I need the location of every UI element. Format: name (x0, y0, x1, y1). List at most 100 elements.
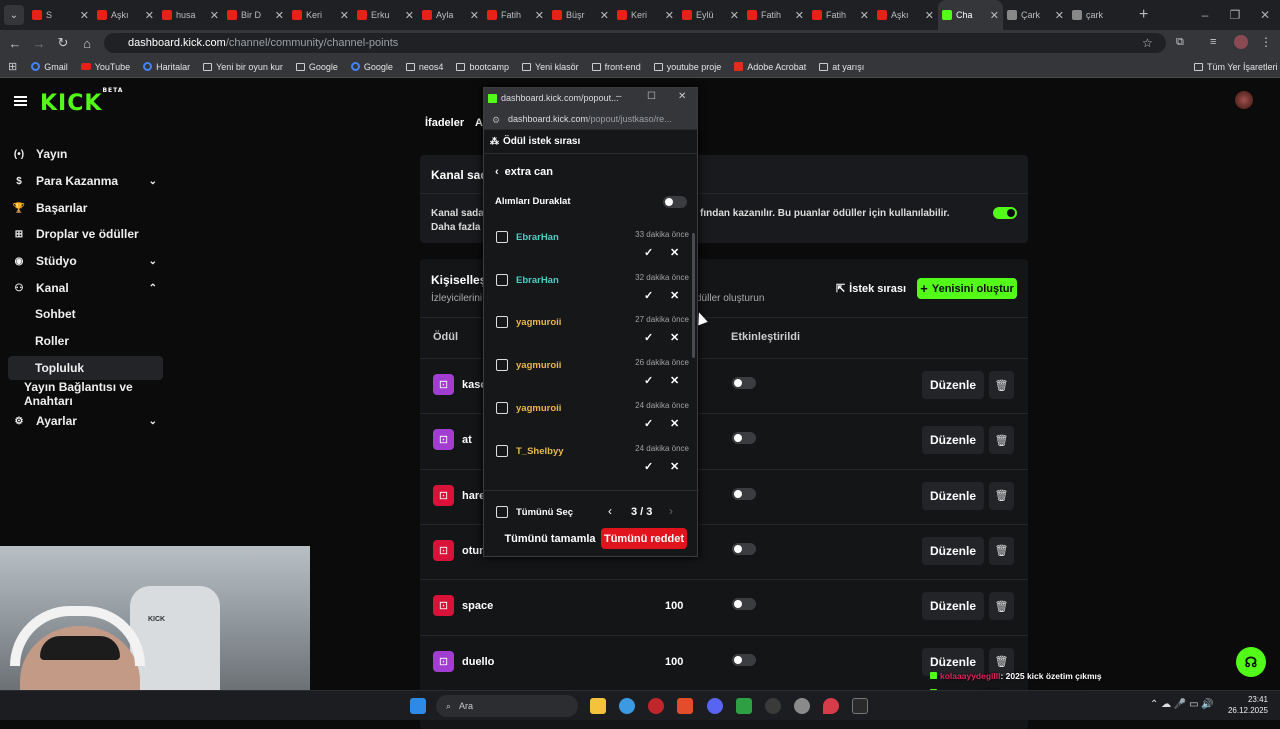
tab-close-icon[interactable]: ✕ (340, 9, 349, 22)
browser-tab[interactable]: Fatih ✕ (743, 0, 808, 30)
chevron-icon[interactable]: ⌄ (149, 416, 157, 427)
bookmark-item[interactable]: Google (350, 62, 393, 72)
tab-close-icon[interactable]: ✕ (990, 9, 999, 22)
browser-tab[interactable]: Fatih ✕ (808, 0, 873, 30)
tray-icons[interactable]: ⌃ ☁ 🎤 ▭ 🔊 (1150, 699, 1214, 710)
trash-icon[interactable]: 🗑 (989, 536, 1014, 565)
browser-tab[interactable]: Cha ✕ (938, 0, 1003, 30)
request-queue-button[interactable]: ⇱ İstek sırası (831, 278, 911, 299)
chrome-icon[interactable] (619, 698, 635, 714)
all-bookmarks[interactable]: Tüm Yer İşaretleri (1194, 62, 1278, 72)
bookmark-item[interactable]: neos4 (405, 62, 443, 72)
popup-maximize-icon[interactable]: ☐ (647, 91, 656, 102)
close-icon[interactable]: ✕ (670, 331, 679, 344)
tab-close-icon[interactable]: ✕ (665, 9, 674, 22)
bookmark-star-icon[interactable]: ☆ (1142, 36, 1153, 50)
request-checkbox[interactable] (496, 316, 508, 329)
tab-close-icon[interactable]: ✕ (795, 9, 804, 22)
sidebar-item-stream-key[interactable]: Yayın Bağlantısı ve Anahtarı (8, 380, 163, 408)
reward-enabled-toggle[interactable] (732, 598, 756, 611)
app-icon-orange[interactable] (677, 698, 693, 714)
profile-avatar[interactable] (1234, 35, 1248, 49)
popup-scrollbar[interactable] (692, 233, 695, 358)
check-icon[interactable]: ✓ (644, 417, 653, 430)
bookmark-item[interactable]: Gmail (31, 62, 68, 72)
browser-tab[interactable]: Büşr ✕ (548, 0, 613, 30)
popup-close-icon[interactable]: ✕ (678, 91, 686, 102)
sidebar-item-community[interactable]: Topluluk (8, 356, 163, 380)
tab-search-icon[interactable]: ⌄ (4, 5, 24, 25)
sidebar-item-roles[interactable]: Roller (8, 329, 163, 353)
new-tab-button[interactable]: + (1139, 6, 1148, 24)
forward-icon[interactable]: → (27, 36, 51, 51)
request-checkbox[interactable] (496, 359, 508, 372)
request-username[interactable]: yagmuroii (516, 403, 561, 414)
menu-icon[interactable]: ⋮ (1260, 35, 1272, 49)
popup-minimize-icon[interactable]: – (616, 91, 622, 102)
close-icon[interactable]: ✕ (670, 246, 679, 259)
trash-icon[interactable]: 🗑 (989, 592, 1014, 621)
browser-tab[interactable]: Keri ✕ (613, 0, 678, 30)
user-avatar[interactable] (1235, 91, 1253, 109)
browser-tab[interactable]: Aşkı ✕ (873, 0, 938, 30)
browser-tab[interactable]: Keri ✕ (288, 0, 353, 30)
sidebar-item-monetization[interactable]: $ Para Kazanma ⌄ (8, 169, 163, 193)
request-username[interactable]: T_Shelbyy (516, 446, 564, 457)
edit-button[interactable]: Düzenle (922, 592, 984, 621)
media-icon[interactable]: ≡ (1210, 36, 1216, 48)
site-info-icon[interactable]: ⚙ (492, 115, 500, 126)
bookmark-item[interactable]: Yeni bir oyun kur (203, 62, 283, 72)
tab-close-icon[interactable]: ✕ (80, 9, 89, 22)
kick-logo[interactable]: KICKBETA (40, 87, 123, 116)
bookmark-item[interactable]: Yeni klasör (521, 62, 579, 72)
browser-tab[interactable]: Eylü ✕ (678, 0, 743, 30)
close-window-icon[interactable]: ✕ (1250, 0, 1280, 30)
request-username[interactable]: yagmuroii (516, 317, 561, 328)
browser-tab[interactable]: husa ✕ (158, 0, 223, 30)
tab-close-icon[interactable]: ✕ (535, 9, 544, 22)
edit-button[interactable]: Düzenle (922, 426, 984, 455)
reward-enabled-toggle[interactable] (732, 487, 756, 500)
create-new-button[interactable]: + Yenisini oluştur (917, 278, 1017, 299)
bookmark-item[interactable]: Google (295, 62, 338, 72)
close-icon[interactable]: ✕ (670, 289, 679, 302)
check-icon[interactable]: ✓ (644, 246, 653, 259)
tab-partial[interactable]: A (475, 117, 483, 129)
browser-tab[interactable]: çark (1068, 0, 1133, 30)
settings-icon[interactable] (794, 698, 810, 714)
edit-button[interactable]: Düzenle (922, 481, 984, 510)
prev-page-icon[interactable]: ‹ (608, 504, 612, 518)
bookmark-item[interactable]: Haritalar (143, 62, 190, 72)
reward-enabled-toggle[interactable] (732, 377, 756, 389)
sidebar-item-settings[interactable]: ⚙ Ayarlar ⌄ (8, 409, 163, 433)
terminal-icon[interactable] (852, 698, 868, 714)
reward-enabled-toggle[interactable] (732, 432, 756, 445)
bookmark-item[interactable]: Adobe Acrobat (734, 62, 806, 72)
tab-close-icon[interactable]: ✕ (1055, 9, 1064, 22)
url-bar[interactable]: dashboard.kick.com/channel/community/cha… (104, 33, 1166, 53)
channel-points-toggle[interactable] (993, 207, 1017, 219)
extensions-icon[interactable]: ⧉ (1176, 36, 1184, 49)
browser-tab[interactable]: Çark ✕ (1003, 0, 1068, 30)
bookmark-item[interactable]: youtube proje (653, 62, 721, 72)
maps-icon[interactable] (823, 698, 839, 714)
select-all-checkbox[interactable] (496, 506, 508, 518)
request-checkbox[interactable] (496, 401, 508, 414)
bookmark-item[interactable]: YouTube (80, 62, 130, 72)
chevron-icon[interactable]: ⌄ (149, 176, 157, 187)
discord-icon[interactable] (707, 698, 723, 714)
sidebar-item-stream[interactable]: (•) Yayın (8, 142, 163, 166)
browser-tab[interactable]: Ayla ✕ (418, 0, 483, 30)
check-icon[interactable]: ✓ (644, 460, 653, 473)
chevron-icon[interactable]: ⌃ (149, 283, 157, 294)
bookmark-item[interactable]: bootcamp (456, 62, 509, 72)
tab-close-icon[interactable]: ✕ (275, 9, 284, 22)
sidebar-item-chat[interactable]: Sohbet (8, 302, 163, 326)
browser-tab[interactable]: Bir D ✕ (223, 0, 288, 30)
maximize-icon[interactable]: ❐ (1220, 0, 1250, 30)
chevron-icon[interactable]: ⌄ (149, 256, 157, 267)
tab-close-icon[interactable]: ✕ (730, 9, 739, 22)
sidebar-item-studio[interactable]: ◉ Stüdyo ⌄ (8, 249, 163, 273)
trash-icon[interactable]: 🗑 (989, 481, 1014, 510)
tab-close-icon[interactable]: ✕ (600, 9, 609, 22)
